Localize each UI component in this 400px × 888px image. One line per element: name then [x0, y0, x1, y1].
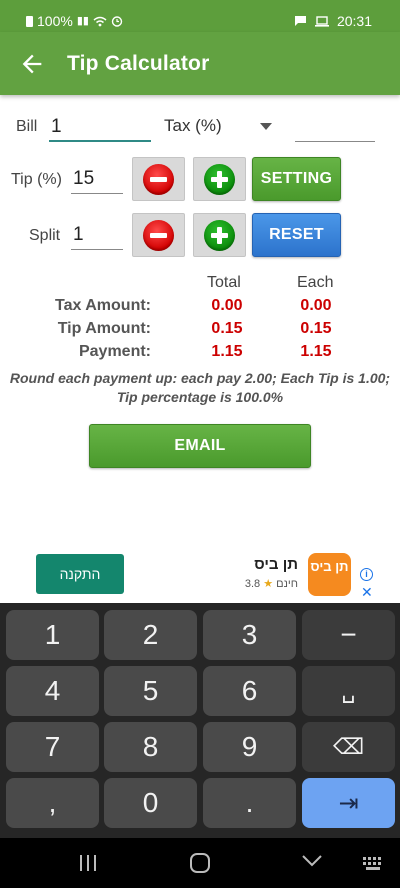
ad-info-icon[interactable]: i [360, 568, 373, 581]
tax-select[interactable]: Tax (%) [164, 116, 274, 140]
rounding-summary: Round each payment up: each pay 2.00; Ea… [0, 369, 400, 407]
split-input[interactable]: 1 [71, 222, 123, 250]
tip-amount-total: 0.15 [211, 320, 243, 337]
summary-line-2: Tip percentage is 100.0% [116, 389, 284, 405]
app-bar: Tip Calculator [0, 32, 400, 95]
key-6[interactable]: 6 [203, 666, 296, 716]
ad-rating: 3.8 [244, 578, 261, 590]
recent-apps-icon[interactable] [78, 854, 98, 872]
reset-button[interactable]: RESET [252, 213, 341, 257]
star-icon: ★ [263, 578, 274, 590]
tip-label: Tip (%) [11, 171, 62, 188]
numeric-keyboard: 1 2 3 − 4 5 6 ␣ 7 8 9 ⌫ , 0 . ⇥ [0, 603, 400, 838]
key-3[interactable]: 3 [203, 610, 296, 660]
key-0[interactable]: 0 [104, 778, 197, 828]
plus-icon [204, 163, 235, 195]
plus-icon [204, 219, 235, 251]
laptop-icon [314, 15, 329, 27]
key-period[interactable]: . [203, 778, 296, 828]
ad-price: חינם [276, 578, 298, 590]
ad-app-logo: תן ביס [308, 553, 351, 596]
wifi-icon [93, 16, 107, 26]
key-minus[interactable]: − [302, 610, 395, 660]
setting-button[interactable]: SETTING [252, 157, 341, 201]
payment-each: 1.15 [300, 343, 332, 360]
tip-decrease-button[interactable] [132, 157, 185, 201]
summary-line-1: Round each payment up: each pay 2.00; Ea… [9, 370, 391, 386]
status-left: 100% ▮▮ [26, 13, 123, 29]
dropdown-arrow-icon [260, 123, 272, 130]
clock: 20:31 [336, 13, 372, 29]
column-header-total: Total [207, 274, 241, 291]
tax-amount-each: 0.00 [300, 297, 332, 314]
payment-total: 1.15 [211, 343, 243, 360]
key-space[interactable]: ␣ [302, 666, 395, 716]
key-7[interactable]: 7 [6, 722, 99, 772]
tax-input[interactable] [295, 114, 375, 142]
page-title: Tip Calculator [67, 52, 210, 75]
tip-amount-label: Tip Amount: [57, 320, 151, 337]
next-field-icon[interactable]: ⇥ [302, 778, 395, 828]
tip-amount-each: 0.15 [300, 320, 332, 337]
minus-icon [143, 219, 174, 251]
message-icon [294, 16, 306, 26]
battery-level: 100% [37, 13, 73, 29]
tip-increase-button[interactable] [193, 157, 246, 201]
key-5[interactable]: 5 [104, 666, 197, 716]
status-right: 20:31 [294, 13, 372, 29]
minus-icon [143, 163, 174, 195]
tax-amount-label: Tax Amount: [55, 297, 151, 314]
ad-meta: חינם ★ 3.8 [172, 577, 298, 590]
status-bar: 100% ▮▮ 20:31 [0, 0, 400, 32]
split-increase-button[interactable] [193, 213, 246, 257]
ad-app-name: תן ביס [254, 556, 298, 573]
signal-icon: ▮▮ [76, 14, 89, 27]
key-2[interactable]: 2 [104, 610, 197, 660]
split-label: Split [29, 227, 61, 244]
key-1[interactable]: 1 [6, 610, 99, 660]
backspace-icon[interactable]: ⌫ [302, 722, 395, 772]
email-button[interactable]: EMAIL [89, 424, 311, 468]
ad-install-button[interactable]: התקנה [36, 554, 124, 594]
tax-select-label: Tax (%) [164, 116, 222, 135]
key-9[interactable]: 9 [203, 722, 296, 772]
key-4[interactable]: 4 [6, 666, 99, 716]
alarm-icon [111, 16, 123, 27]
tip-input[interactable]: 15 [71, 166, 123, 194]
tax-amount-total: 0.00 [211, 297, 243, 314]
column-header-each: Each [297, 274, 334, 291]
system-nav-bar [0, 838, 400, 888]
ad-close-icon[interactable]: ✕ [361, 585, 373, 599]
key-8[interactable]: 8 [104, 722, 197, 772]
payment-label: Payment: [78, 343, 151, 360]
key-comma[interactable]: , [6, 778, 99, 828]
split-decrease-button[interactable] [132, 213, 185, 257]
bill-label: Bill [16, 118, 38, 135]
bill-input[interactable]: 1 [49, 114, 151, 142]
hide-keyboard-icon[interactable] [301, 854, 323, 868]
battery-icon [26, 15, 33, 27]
keyboard-switch-icon[interactable] [362, 856, 386, 872]
back-arrow-icon[interactable] [18, 50, 46, 78]
ad-banner[interactable]: התקנה תן ביס חינם ★ 3.8 תן ביס i ✕ [22, 546, 378, 603]
home-icon[interactable] [189, 852, 211, 874]
